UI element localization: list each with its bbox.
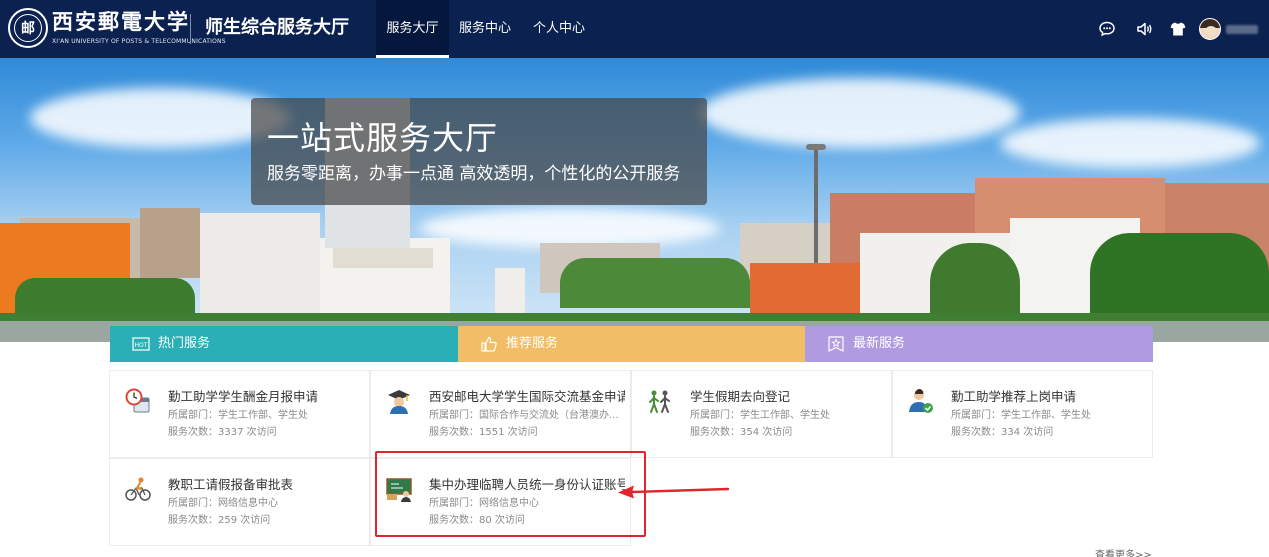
service-visit-count: 服务次数：1551 次访问 <box>429 427 538 438</box>
cloud <box>420 208 720 248</box>
cyclist-icon <box>125 477 151 501</box>
tshirt-icon[interactable] <box>1169 20 1187 38</box>
tab-service-hall[interactable]: 服务大厅 <box>376 0 449 58</box>
trees <box>15 278 195 318</box>
svg-text:HOT: HOT <box>135 342 148 349</box>
view-more-link[interactable]: 查看更多>> <box>1095 549 1152 557</box>
nav-divider <box>190 14 191 44</box>
tab-service-center[interactable]: 服务中心 <box>452 0 518 58</box>
hero-title: 一站式服务大厅 <box>267 119 499 157</box>
section-tab-hot[interactable]: HOT 热门服务 <box>110 326 458 362</box>
service-department: 所属部门：学生工作部、学生处 <box>168 410 308 421</box>
user-name-blurred[interactable] <box>1226 25 1258 34</box>
service-title: 教职工请假报备审批表 <box>168 477 294 492</box>
service-title: 勤工助学推荐上岗申请 <box>951 389 1077 404</box>
service-visit-count: 服务次数：259 次访问 <box>168 515 271 526</box>
cloud <box>700 78 1020 148</box>
site-title: 师生综合服务大厅 <box>205 17 349 38</box>
lamp-head <box>806 144 826 150</box>
service-department: 所属部门：国际合作与交流处（台港澳办... <box>429 410 619 421</box>
user-check-icon <box>909 389 933 413</box>
hero-caption-box: 一站式服务大厅 服务零距离，办事一点通 高效透明，个性化的公开服务 <box>251 98 707 205</box>
hero-banner-image: 一站式服务大厅 服务零距离，办事一点通 高效透明，个性化的公开服务 <box>0 58 1269 342</box>
speaker-icon[interactable] <box>1135 20 1153 38</box>
service-department: 所属部门：学生工作部、学生处 <box>690 410 830 421</box>
logo-chinese-name: 西安郵電大学 <box>52 9 190 34</box>
distant-tower <box>140 208 200 278</box>
gate-sign <box>333 248 433 268</box>
thumbs-up-icon <box>481 336 497 352</box>
top-navbar: 邮 西安郵電大学 XI'AN UNIVERSITY OF POSTS & TEL… <box>0 0 1269 58</box>
service-card[interactable]: 勤工助学推荐上岗申请 所属部门：学生工作部、学生处 服务次数：334 次访问 <box>892 370 1153 458</box>
section-tab-label: 最新服务 <box>853 336 906 351</box>
service-department: 所属部门：网络信息中心 <box>168 498 278 509</box>
page-root: 邮 西安郵電大学 XI'AN UNIVERSITY OF POSTS & TEL… <box>0 0 1269 557</box>
highlight-box-annotation <box>375 451 646 537</box>
user-avatar[interactable] <box>1199 18 1221 40</box>
service-title: 勤工助学学生酬金月报申请 <box>168 389 319 404</box>
university-logo[interactable]: 西安郵電大学 XI'AN UNIVERSITY OF POSTS & TELEC… <box>52 10 226 46</box>
service-title: 学生假期去向登记 <box>690 389 791 404</box>
gate-red-block <box>750 263 860 318</box>
service-card[interactable]: 勤工助学学生酬金月报申请 所属部门：学生工作部、学生处 服务次数：3337 次访… <box>109 370 370 458</box>
avatar-face <box>1205 26 1217 36</box>
hedge <box>0 313 1269 321</box>
red-arrow-annotation <box>618 485 730 499</box>
service-visit-count: 服务次数：334 次访问 <box>951 427 1054 438</box>
section-tab-recommended[interactable]: 推荐服务 <box>458 326 805 362</box>
cloud <box>1000 118 1260 168</box>
star-badge-icon <box>828 336 844 352</box>
service-card[interactable]: 西安邮电大学学生国际交流基金申请 所属部门：国际合作与交流处（台港澳办... 服… <box>370 370 631 458</box>
section-tab-label: 热门服务 <box>158 336 211 351</box>
logo-english-name: XI'AN UNIVERSITY OF POSTS & TELECOMMUNIC… <box>52 38 226 45</box>
tab-personal-center[interactable]: 个人中心 <box>526 0 592 58</box>
chat-icon[interactable] <box>1098 20 1116 38</box>
service-card[interactable]: 教职工请假报备审批表 所属部门：网络信息中心 服务次数：259 次访问 <box>109 458 370 546</box>
clock-calendar-icon <box>125 388 150 413</box>
palm-tree <box>930 243 1020 313</box>
section-tab-newest[interactable]: 最新服务 <box>805 326 1153 362</box>
graduate-icon <box>388 390 410 414</box>
hero-subtitle: 服务零距离，办事一点通 高效透明，个性化的公开服务 <box>267 164 681 184</box>
service-visit-count: 服务次数：3337 次访问 <box>168 427 277 438</box>
walking-people-icon <box>649 390 670 413</box>
university-emblem-icon[interactable]: 邮 <box>8 8 48 48</box>
trees <box>560 258 750 308</box>
service-visit-count: 服务次数：354 次访问 <box>690 427 793 438</box>
section-tab-label: 推荐服务 <box>506 336 559 351</box>
hot-icon: HOT <box>132 337 150 351</box>
service-card[interactable]: 学生假期去向登记 所属部门：学生工作部、学生处 服务次数：354 次访问 <box>631 370 892 458</box>
service-title: 西安邮电大学学生国际交流基金申请 <box>429 389 625 404</box>
service-department: 所属部门：学生工作部、学生处 <box>951 410 1091 421</box>
trees <box>1090 233 1269 318</box>
emblem-glyph: 邮 <box>14 14 42 42</box>
